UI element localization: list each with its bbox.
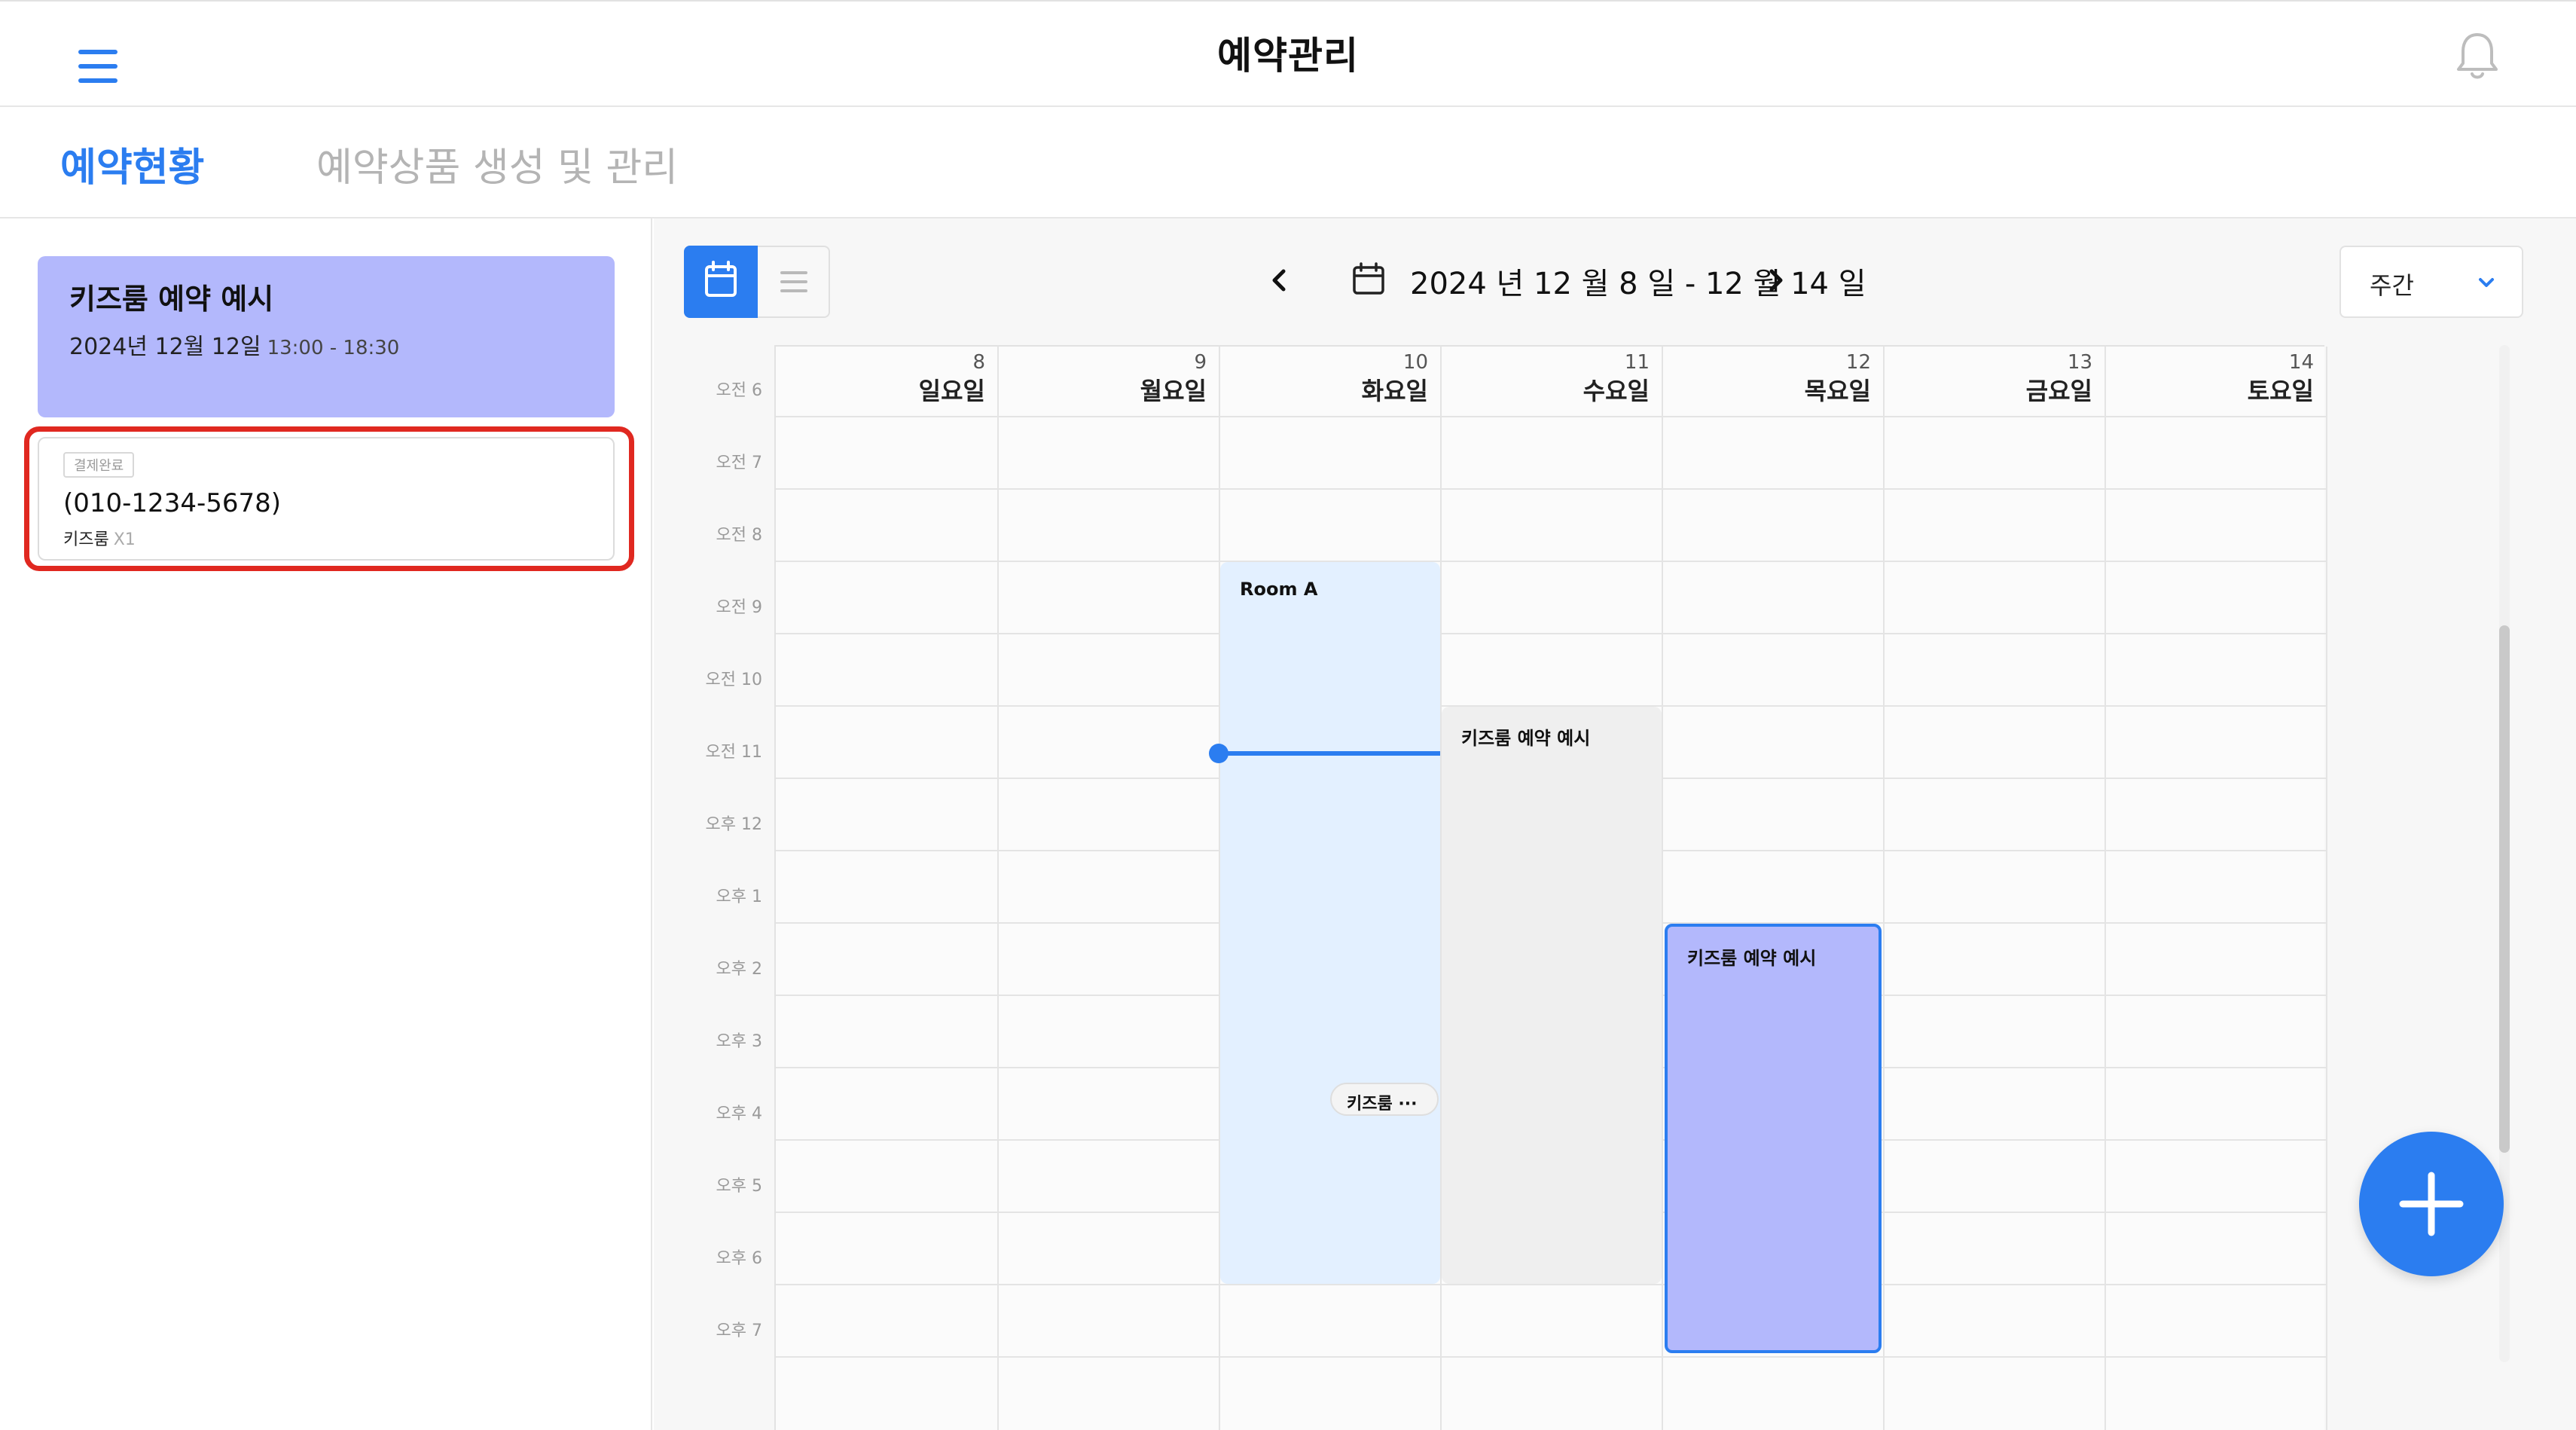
day-header[interactable]: 8 일요일	[776, 347, 997, 416]
prev-week-arrow-icon[interactable]	[1256, 250, 1302, 310]
reservation-datetime: 2024년 12월 12일 13:00 - 18:30	[69, 328, 583, 361]
week-calendar: 오전 6 오전 7 오전 8 오전 9 오전 10 오전 11 오후 12 오후 1 오후 2 오…	[654, 345, 2576, 1430]
grid-hour-line	[776, 633, 2326, 634]
time-label: 오전 10	[705, 671, 762, 689]
calendar-event[interactable]: 키즈룸 예약 예시	[1442, 707, 1662, 1284]
next-week-arrow-icon[interactable]	[1753, 250, 1799, 310]
time-label: 오전 9	[716, 598, 762, 617]
page-title: 예약관리	[1217, 34, 1359, 78]
time-label: 오전 7	[716, 454, 762, 472]
time-label: 오후 3	[716, 1032, 762, 1051]
time-label: 오후 4	[716, 1105, 762, 1123]
tab-bar: 예약현황 예약상품 생성 및 관리	[0, 108, 2576, 218]
grid-hour-line	[776, 488, 2326, 490]
day-number: 8	[972, 351, 985, 374]
reservation-detail-card[interactable]: 결제완료 (010-1234-5678) 키즈룸 X1	[38, 437, 615, 561]
reservation-title: 키즈룸 예약 예시	[69, 283, 274, 316]
day-header[interactable]: 13 금요일	[1883, 347, 2104, 416]
list-view-button[interactable]	[758, 247, 830, 316]
day-number: 14	[2288, 351, 2314, 374]
chevron-down-icon	[2479, 278, 2494, 287]
customer-phone: (010-1234-5678)	[63, 488, 282, 518]
scrollbar-thumb[interactable]	[2499, 625, 2510, 1153]
calendar-event[interactable]: 키즈룸 ···	[1330, 1083, 1439, 1117]
payment-status-badge: 결제완료	[63, 452, 135, 478]
event-title: 키즈룸 예약 예시	[1687, 948, 1817, 969]
time-label: 오후 1	[716, 888, 762, 906]
tab-product-management[interactable]: 예약상품 생성 및 관리	[316, 136, 678, 192]
day-header[interactable]: 9 월요일	[997, 347, 1219, 416]
view-toggle	[684, 246, 830, 318]
day-name: 화요일	[1361, 377, 1428, 405]
product-quantity: X1	[113, 530, 136, 549]
day-header[interactable]: 12 목요일	[1662, 347, 1883, 416]
day-number: 13	[2067, 351, 2092, 374]
time-label: 오전 11	[705, 743, 762, 762]
grid-column-divider	[1662, 347, 1663, 1430]
day-number: 11	[1624, 351, 1650, 374]
view-mode-label: 주간	[2370, 271, 2414, 300]
day-name: 금요일	[2025, 377, 2092, 405]
reservation-time: 13:00 - 18:30	[267, 337, 400, 359]
grid-column-divider	[997, 347, 999, 1430]
grid-column-divider	[1883, 347, 1885, 1430]
view-mode-select[interactable]: 주간	[2339, 246, 2523, 318]
current-time-line	[1219, 751, 1440, 756]
product-line: 키즈룸 X1	[63, 526, 589, 550]
calendar-view-button[interactable]	[684, 246, 758, 318]
event-title: 키즈룸 예약 예시	[1461, 728, 1591, 749]
reservation-summary-card[interactable]: 키즈룸 예약 예시 2024년 12월 12일 13:00 - 18:30	[38, 256, 615, 417]
event-title: Room A	[1240, 579, 1318, 600]
grid-hour-line	[776, 1284, 2326, 1285]
date-picker-calendar-icon[interactable]	[1350, 261, 1387, 298]
add-reservation-button[interactable]	[2359, 1132, 2504, 1276]
calendar-event[interactable]: 키즈룸 예약 예시	[1665, 924, 1882, 1353]
list-icon	[780, 271, 807, 292]
time-label: 오전 6	[716, 381, 762, 400]
calendar-grid: 8 일요일 9 월요일 10 화요일 11 수요일 12 목요일 13 금요일 14 토요일 Room A 키…	[774, 345, 2327, 1430]
calendar-icon	[705, 261, 737, 297]
time-label: 오후 12	[705, 815, 762, 834]
time-label: 오후 6	[716, 1249, 762, 1268]
grid-column-divider	[2104, 347, 2106, 1430]
day-number: 10	[1402, 351, 1428, 374]
time-label: 오후 7	[716, 1322, 762, 1340]
day-name: 목요일	[1804, 377, 1871, 405]
reservation-date: 2024년 12월 12일	[69, 334, 261, 360]
day-name: 일요일	[918, 377, 985, 405]
day-header[interactable]: 14 토요일	[2104, 347, 2326, 416]
event-title: 키즈룸 ···	[1347, 1095, 1418, 1114]
plus-icon	[2399, 1172, 2464, 1236]
time-label: 오후 5	[716, 1177, 762, 1196]
day-number: 9	[1194, 351, 1207, 374]
reservation-list-panel: 키즈룸 예약 예시 2024년 12월 12일 13:00 - 18:30 결제완…	[0, 218, 652, 1430]
calendar-event[interactable]: Room A	[1220, 562, 1440, 1284]
grid-hour-line	[776, 561, 2326, 562]
day-name: 월요일	[1140, 377, 1207, 405]
app-header: 예약관리	[0, 0, 2576, 107]
header-divider	[776, 416, 2326, 417]
day-header[interactable]: 11 수요일	[1440, 347, 1662, 416]
tab-reservation-status[interactable]: 예약현황	[60, 136, 204, 192]
time-label: 오후 2	[716, 960, 762, 979]
day-header[interactable]: 10 화요일	[1219, 347, 1440, 416]
day-name: 수요일	[1583, 377, 1650, 405]
notification-bell-icon[interactable]	[2454, 30, 2501, 83]
product-name: 키즈룸	[63, 530, 109, 549]
day-name: 토요일	[2247, 377, 2314, 405]
grid-hour-line	[776, 1356, 2326, 1358]
grid-column-divider	[2326, 347, 2327, 1430]
calendar-panel: 2024 년 12 월 8 일 - 12 월 14 일 주간 오전 6 오전 7오…	[654, 218, 2576, 1430]
time-label: 오전 8	[716, 526, 762, 545]
day-number: 12	[1845, 351, 1871, 374]
